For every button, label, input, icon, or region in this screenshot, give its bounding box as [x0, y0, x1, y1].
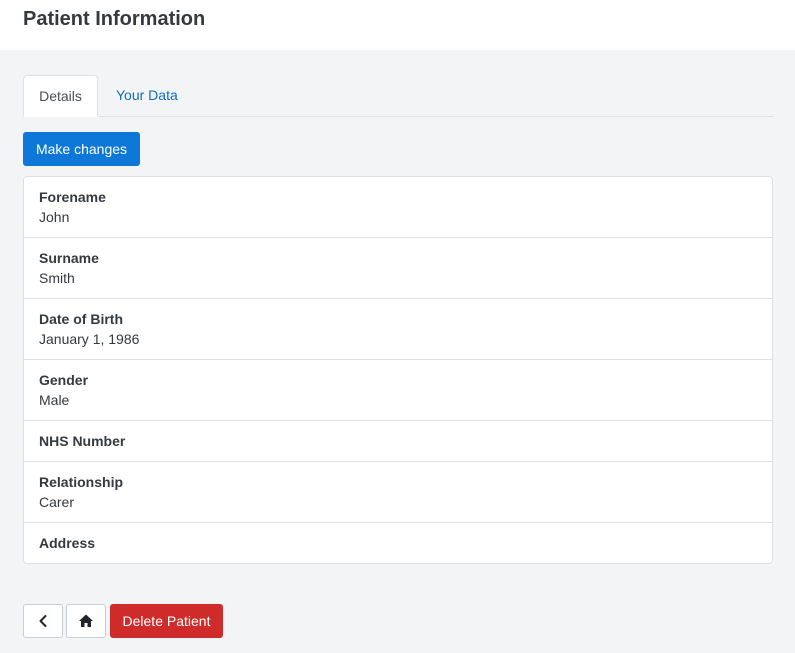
tab-details[interactable]: Details: [23, 75, 98, 117]
field-address: Address: [24, 523, 772, 563]
field-label: Surname: [39, 250, 99, 266]
field-forename: Forename John: [24, 177, 772, 238]
tab-bar: Details Your Data: [23, 75, 773, 117]
home-icon: [67, 613, 105, 629]
chevron-left-icon: [24, 614, 62, 628]
make-changes-button[interactable]: Make changes: [23, 132, 140, 166]
field-relationship: Relationship Carer: [24, 462, 772, 523]
field-nhs-number: NHS Number: [24, 421, 772, 462]
field-label: Relationship: [39, 474, 124, 490]
home-button[interactable]: [66, 604, 106, 638]
tab-your-data[interactable]: Your Data: [116, 75, 178, 116]
back-button[interactable]: [23, 604, 63, 638]
page-title: Patient Information: [23, 8, 206, 30]
field-value: January 1, 1986: [39, 331, 140, 347]
field-value: Smith: [39, 270, 75, 286]
field-gender: Gender Male: [24, 360, 772, 421]
page-header: Patient Information: [0, 0, 795, 50]
field-label: Address: [39, 535, 96, 551]
field-value: Male: [39, 392, 70, 408]
field-value: John: [39, 209, 70, 225]
field-date-of-birth: Date of Birth January 1, 1986: [24, 299, 772, 360]
patient-details-card: Forename John Surname Smith Date of Birt…: [23, 176, 773, 564]
field-label: Forename: [39, 189, 106, 205]
field-value: Carer: [39, 494, 75, 510]
field-label: Gender: [39, 372, 89, 388]
field-label: NHS Number: [39, 433, 126, 449]
field-label: Date of Birth: [39, 311, 123, 327]
delete-patient-button[interactable]: Delete Patient: [110, 604, 223, 638]
field-surname: Surname Smith: [24, 238, 772, 299]
